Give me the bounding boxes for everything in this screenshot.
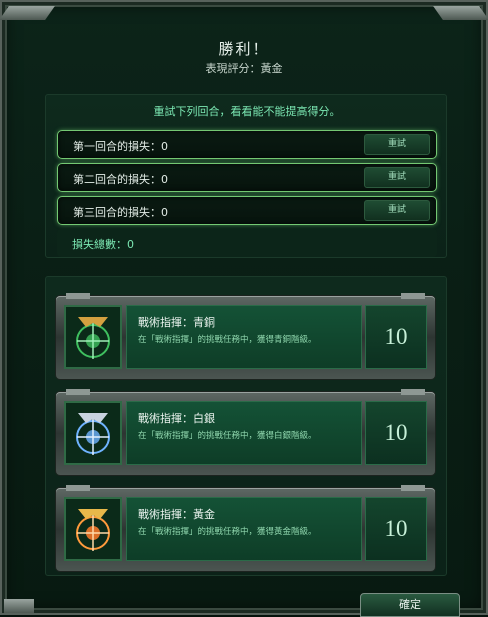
medal-description: 在「戰術指揮」的挑戰任務中，獲得青銅階級。 [138,335,317,345]
card-ornament [66,485,90,491]
silver-medal-icon-graphic [76,413,110,455]
round-label: 第一回合的損失：0 [73,140,168,153]
round-row-1: 第一回合的損失：0 重試 [57,130,437,159]
medal-title: 戰術指揮：白銀 [138,412,215,425]
gold-medal-icon-graphic [76,509,110,551]
round-row-3: 第三回合的損失：0 重試 [57,196,437,225]
medal-count: 10 [365,305,427,369]
retry-hint: 重試下列回合，看看能不能提高得分。 [153,105,341,118]
ok-button[interactable]: 確定 [360,593,460,617]
frame-corner-ornament [433,6,488,20]
bronze-medal-icon [64,305,122,369]
medal-card-bronze: 戰術指揮：青銅 在「戰術指揮」的挑戰任務中，獲得青銅階級。 10 [56,293,435,379]
score-rating: 表現評分：黃金 [205,62,283,75]
frame-corner-ornament [4,599,34,613]
total-losses-row: 損失總數：0 [57,229,437,257]
round-row-2: 第二回合的損失：0 重試 [57,163,437,192]
round-label: 第三回合的損失：0 [73,206,168,219]
medal-info: 戰術指揮：黃金 在「戰術指揮」的挑戰任務中，獲得黃金階級。 [126,497,362,561]
medal-description: 在「戰術指揮」的挑戰任務中，獲得黃金階級。 [138,527,317,537]
retry-round-3-button[interactable]: 重試 [364,200,430,221]
rounds-panel: 重試下列回合，看看能不能提高得分。 第一回合的損失：0 重試 第二回合的損失：0… [45,94,447,258]
card-ornament [401,485,425,491]
card-ornament [66,389,90,395]
total-losses-label: 損失總數：0 [72,238,134,251]
card-ornament [66,293,90,299]
card-ornament [401,293,425,299]
gold-medal-icon [64,497,122,561]
round-label: 第二回合的損失：0 [73,173,168,186]
medal-title: 戰術指揮：青銅 [138,316,215,329]
medal-count: 10 [365,497,427,561]
medal-card-gold: 戰術指揮：黃金 在「戰術指揮」的挑戰任務中，獲得黃金階級。 10 [56,485,435,571]
medal-info: 戰術指揮：白銀 在「戰術指揮」的挑戰任務中，獲得白銀階級。 [126,401,362,465]
medal-card-silver: 戰術指揮：白銀 在「戰術指揮」的挑戰任務中，獲得白銀階級。 10 [56,389,435,475]
retry-round-2-button[interactable]: 重試 [364,167,430,188]
page-title: 勝利！ [218,40,270,58]
bronze-medal-icon-graphic [76,317,110,359]
medal-description: 在「戰術指揮」的挑戰任務中，獲得白銀階級。 [138,431,317,441]
medal-info: 戰術指揮：青銅 在「戰術指揮」的挑戰任務中，獲得青銅階級。 [126,305,362,369]
medal-title: 戰術指揮：黃金 [138,508,215,521]
card-ornament [401,389,425,395]
medal-count: 10 [365,401,427,465]
silver-medal-icon [64,401,122,465]
retry-round-1-button[interactable]: 重試 [364,134,430,155]
